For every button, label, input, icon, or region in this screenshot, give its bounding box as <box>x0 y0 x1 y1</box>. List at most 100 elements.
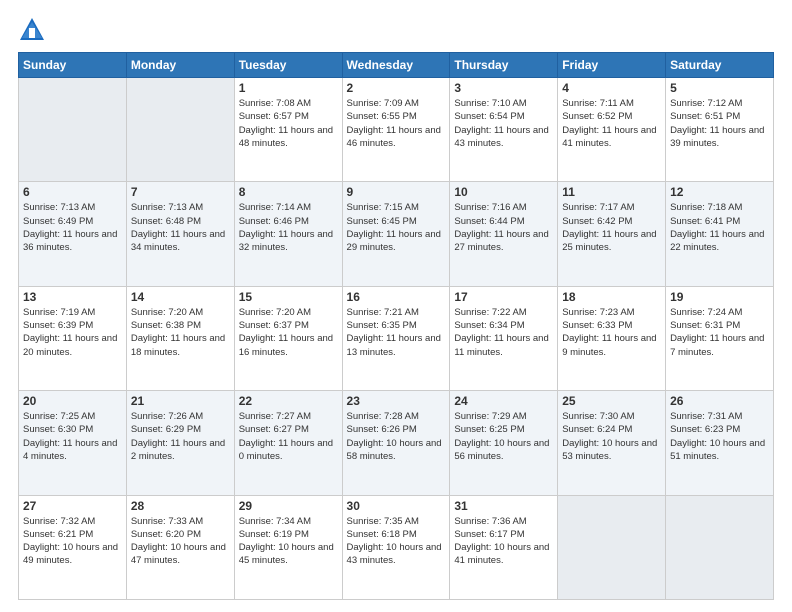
calendar-cell: 19 Sunrise: 7:24 AM Sunset: 6:31 PM Dayli… <box>666 286 774 390</box>
calendar-week-row: 27 Sunrise: 7:32 AM Sunset: 6:21 PM Dayli… <box>19 495 774 599</box>
calendar-cell: 9Sunrise: 7:15 AM Sunset: 6:45 PM Daylig… <box>342 182 450 286</box>
calendar-cell: 28 Sunrise: 7:33 AM Sunset: 6:20 PM Dayli… <box>126 495 234 599</box>
calendar-cell: 31 Sunrise: 7:36 AM Sunset: 6:17 PM Dayli… <box>450 495 558 599</box>
day-info: Sunrise: 7:10 AM Sunset: 6:54 PM Dayligh… <box>454 97 553 150</box>
day-number: 26 <box>670 394 769 408</box>
day-info: Sunrise: 7:17 AM Sunset: 6:42 PM Dayligh… <box>562 201 661 254</box>
day-info: Sunrise: 7:23 AM Sunset: 6:33 PM Dayligh… <box>562 306 661 359</box>
day-number: 8 <box>239 185 338 199</box>
day-info: Sunrise: 7:20 AM Sunset: 6:38 PM Dayligh… <box>131 306 230 359</box>
day-number: 1 <box>239 81 338 95</box>
day-info: Sunrise: 7:29 AM Sunset: 6:25 PM Dayligh… <box>454 410 553 463</box>
day-info: Sunrise: 7:11 AM Sunset: 6:52 PM Dayligh… <box>562 97 661 150</box>
day-number: 2 <box>347 81 446 95</box>
calendar-cell: 10 Sunrise: 7:16 AM Sunset: 6:44 PM Dayli… <box>450 182 558 286</box>
calendar-cell: 20 Sunrise: 7:25 AM Sunset: 6:30 PM Dayli… <box>19 391 127 495</box>
day-info: Sunrise: 7:24 AM Sunset: 6:31 PM Dayligh… <box>670 306 769 359</box>
day-info: Sunrise: 7:20 AM Sunset: 6:37 PM Dayligh… <box>239 306 338 359</box>
logo <box>18 16 50 44</box>
day-info: Sunrise: 7:28 AM Sunset: 6:26 PM Dayligh… <box>347 410 446 463</box>
day-number: 11 <box>562 185 661 199</box>
calendar-week-row: 1 Sunrise: 7:08 AM Sunset: 6:57 PM Daylig… <box>19 78 774 182</box>
calendar-week-row: 20 Sunrise: 7:25 AM Sunset: 6:30 PM Dayli… <box>19 391 774 495</box>
day-info: Sunrise: 7:36 AM Sunset: 6:17 PM Dayligh… <box>454 515 553 568</box>
day-info: Sunrise: 7:18 AM Sunset: 6:41 PM Dayligh… <box>670 201 769 254</box>
calendar-cell <box>126 78 234 182</box>
calendar-cell: 24 Sunrise: 7:29 AM Sunset: 6:25 PM Dayli… <box>450 391 558 495</box>
calendar-cell: 29 Sunrise: 7:34 AM Sunset: 6:19 PM Dayli… <box>234 495 342 599</box>
day-number: 21 <box>131 394 230 408</box>
day-number: 14 <box>131 290 230 304</box>
day-info: Sunrise: 7:26 AM Sunset: 6:29 PM Dayligh… <box>131 410 230 463</box>
day-number: 10 <box>454 185 553 199</box>
day-info: Sunrise: 7:12 AM Sunset: 6:51 PM Dayligh… <box>670 97 769 150</box>
day-number: 6 <box>23 185 122 199</box>
day-number: 17 <box>454 290 553 304</box>
day-info: Sunrise: 7:21 AM Sunset: 6:35 PM Dayligh… <box>347 306 446 359</box>
calendar-week-row: 6Sunrise: 7:13 AM Sunset: 6:49 PM Daylig… <box>19 182 774 286</box>
day-number: 24 <box>454 394 553 408</box>
day-number: 7 <box>131 185 230 199</box>
day-number: 15 <box>239 290 338 304</box>
day-info: Sunrise: 7:27 AM Sunset: 6:27 PM Dayligh… <box>239 410 338 463</box>
day-info: Sunrise: 7:35 AM Sunset: 6:18 PM Dayligh… <box>347 515 446 568</box>
calendar-cell: 22Sunrise: 7:27 AM Sunset: 6:27 PM Dayli… <box>234 391 342 495</box>
logo-icon <box>18 16 46 44</box>
day-number: 28 <box>131 499 230 513</box>
day-number: 23 <box>347 394 446 408</box>
calendar-header-row: SundayMondayTuesdayWednesdayThursdayFrid… <box>19 53 774 78</box>
calendar-cell: 1 Sunrise: 7:08 AM Sunset: 6:57 PM Daylig… <box>234 78 342 182</box>
day-number: 13 <box>23 290 122 304</box>
calendar-cell: 5Sunrise: 7:12 AM Sunset: 6:51 PM Daylig… <box>666 78 774 182</box>
weekday-header: Friday <box>558 53 666 78</box>
day-info: Sunrise: 7:16 AM Sunset: 6:44 PM Dayligh… <box>454 201 553 254</box>
weekday-header: Tuesday <box>234 53 342 78</box>
day-info: Sunrise: 7:09 AM Sunset: 6:55 PM Dayligh… <box>347 97 446 150</box>
calendar-cell: 26 Sunrise: 7:31 AM Sunset: 6:23 PM Dayli… <box>666 391 774 495</box>
day-number: 20 <box>23 394 122 408</box>
day-number: 16 <box>347 290 446 304</box>
day-info: Sunrise: 7:30 AM Sunset: 6:24 PM Dayligh… <box>562 410 661 463</box>
calendar-cell: 30 Sunrise: 7:35 AM Sunset: 6:18 PM Dayli… <box>342 495 450 599</box>
weekday-header: Thursday <box>450 53 558 78</box>
day-info: Sunrise: 7:13 AM Sunset: 6:48 PM Dayligh… <box>131 201 230 254</box>
calendar-cell: 8Sunrise: 7:14 AM Sunset: 6:46 PM Daylig… <box>234 182 342 286</box>
day-number: 9 <box>347 185 446 199</box>
day-number: 30 <box>347 499 446 513</box>
weekday-header: Saturday <box>666 53 774 78</box>
weekday-header: Sunday <box>19 53 127 78</box>
day-number: 12 <box>670 185 769 199</box>
calendar-cell <box>19 78 127 182</box>
day-info: Sunrise: 7:08 AM Sunset: 6:57 PM Dayligh… <box>239 97 338 150</box>
day-info: Sunrise: 7:32 AM Sunset: 6:21 PM Dayligh… <box>23 515 122 568</box>
day-info: Sunrise: 7:31 AM Sunset: 6:23 PM Dayligh… <box>670 410 769 463</box>
calendar-cell: 11 Sunrise: 7:17 AM Sunset: 6:42 PM Dayli… <box>558 182 666 286</box>
day-info: Sunrise: 7:34 AM Sunset: 6:19 PM Dayligh… <box>239 515 338 568</box>
day-number: 31 <box>454 499 553 513</box>
day-number: 19 <box>670 290 769 304</box>
day-info: Sunrise: 7:22 AM Sunset: 6:34 PM Dayligh… <box>454 306 553 359</box>
calendar-cell: 18 Sunrise: 7:23 AM Sunset: 6:33 PM Dayli… <box>558 286 666 390</box>
calendar-cell: 7 Sunrise: 7:13 AM Sunset: 6:48 PM Daylig… <box>126 182 234 286</box>
page: SundayMondayTuesdayWednesdayThursdayFrid… <box>0 0 792 612</box>
calendar-cell: 25 Sunrise: 7:30 AM Sunset: 6:24 PM Dayli… <box>558 391 666 495</box>
day-info: Sunrise: 7:33 AM Sunset: 6:20 PM Dayligh… <box>131 515 230 568</box>
day-number: 25 <box>562 394 661 408</box>
calendar-table: SundayMondayTuesdayWednesdayThursdayFrid… <box>18 52 774 600</box>
day-number: 4 <box>562 81 661 95</box>
day-number: 27 <box>23 499 122 513</box>
day-number: 18 <box>562 290 661 304</box>
day-info: Sunrise: 7:25 AM Sunset: 6:30 PM Dayligh… <box>23 410 122 463</box>
calendar-cell: 16 Sunrise: 7:21 AM Sunset: 6:35 PM Dayli… <box>342 286 450 390</box>
weekday-header: Monday <box>126 53 234 78</box>
calendar-week-row: 13Sunrise: 7:19 AM Sunset: 6:39 PM Dayli… <box>19 286 774 390</box>
calendar-cell: 23 Sunrise: 7:28 AM Sunset: 6:26 PM Dayli… <box>342 391 450 495</box>
calendar-cell: 17 Sunrise: 7:22 AM Sunset: 6:34 PM Dayli… <box>450 286 558 390</box>
calendar-cell: 27 Sunrise: 7:32 AM Sunset: 6:21 PM Dayli… <box>19 495 127 599</box>
calendar-cell: 21 Sunrise: 7:26 AM Sunset: 6:29 PM Dayli… <box>126 391 234 495</box>
day-number: 29 <box>239 499 338 513</box>
calendar-cell: 6Sunrise: 7:13 AM Sunset: 6:49 PM Daylig… <box>19 182 127 286</box>
calendar-cell: 3Sunrise: 7:10 AM Sunset: 6:54 PM Daylig… <box>450 78 558 182</box>
calendar-cell: 13Sunrise: 7:19 AM Sunset: 6:39 PM Dayli… <box>19 286 127 390</box>
calendar-cell: 2 Sunrise: 7:09 AM Sunset: 6:55 PM Daylig… <box>342 78 450 182</box>
